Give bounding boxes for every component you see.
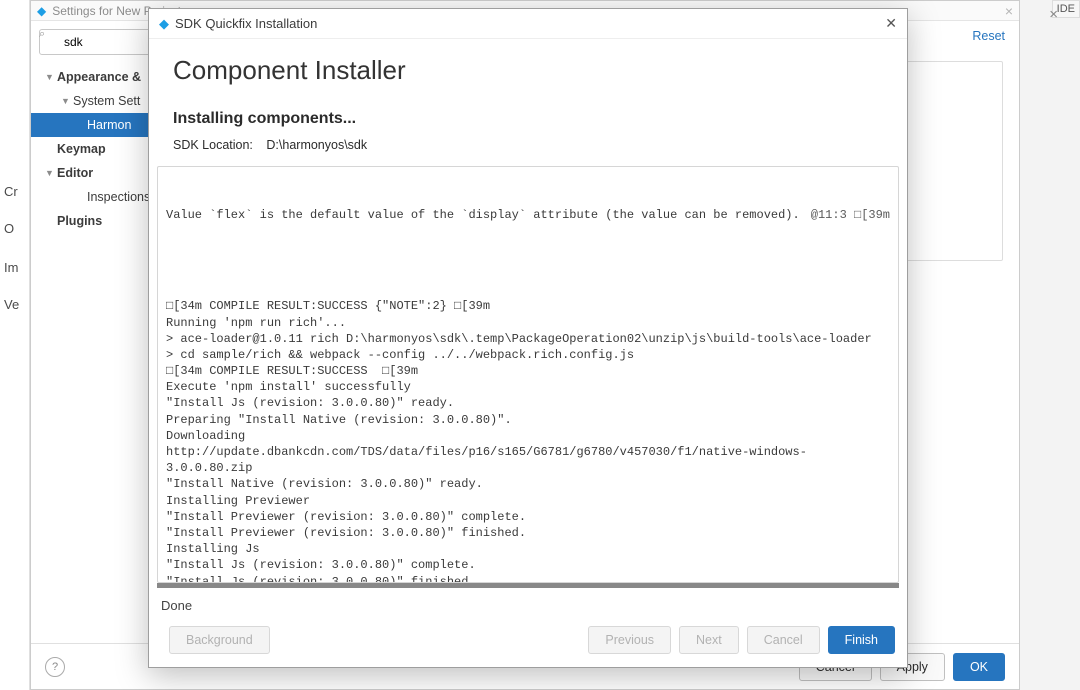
reset-link[interactable]: Reset	[972, 29, 1005, 43]
previous-button: Previous	[588, 626, 671, 654]
left-item[interactable]: Im	[0, 256, 29, 279]
dialog-footer: Background Previous Next Cancel Finish	[149, 613, 907, 667]
next-button: Next	[679, 626, 739, 654]
installer-dialog: ◆ SDK Quickfix Installation ✕ Component …	[148, 8, 908, 668]
help-button[interactable]: ?	[45, 657, 65, 677]
search-icon: ⌕	[39, 28, 45, 41]
background-button: Background	[169, 626, 270, 654]
app-icon: ◆	[37, 4, 46, 18]
parent-close-icon[interactable]: ×	[1049, 6, 1058, 23]
tree-item-label: Plugins	[57, 214, 102, 228]
tree-item-label: Harmon	[87, 118, 131, 132]
dialog-heading: Component Installer	[173, 55, 883, 86]
log-position: @11:3 □[39m	[811, 207, 890, 223]
tree-item-label: System Sett	[73, 94, 140, 108]
cancel-button: Cancel	[747, 626, 820, 654]
settings-close-icon[interactable]: ×	[1005, 3, 1013, 19]
close-icon[interactable]: ✕	[885, 15, 897, 32]
dialog-title: SDK Quickfix Installation	[175, 16, 317, 31]
log-body: □[34m COMPILE RESULT:SUCCESS {"NOTE":2} …	[166, 298, 890, 583]
chevron-down-icon: ▼	[61, 96, 73, 106]
chevron-down-icon: ▼	[45, 168, 57, 178]
sdk-location-row: SDK Location: D:\harmonyos\sdk	[173, 138, 883, 152]
app-icon: ◆	[159, 16, 169, 32]
left-item[interactable]: Ve	[0, 293, 29, 316]
tree-item-label: Inspections	[87, 190, 150, 204]
sdk-location-value: D:\harmonyos\sdk	[266, 138, 367, 152]
status-label: Done	[149, 588, 907, 613]
tree-item-label: Appearance &	[57, 70, 141, 84]
left-item[interactable]: Cr	[0, 180, 29, 203]
tree-item-label: Keymap	[57, 142, 106, 156]
chevron-down-icon: ▼	[45, 72, 57, 82]
sdk-location-label: SDK Location:	[173, 138, 253, 152]
ok-button[interactable]: OK	[953, 653, 1005, 681]
dialog-titlebar: ◆ SDK Quickfix Installation ✕	[149, 9, 907, 39]
left-toolbar: Cr O Im Ve	[0, 0, 30, 690]
tree-item-label: Editor	[57, 166, 93, 180]
log-line: Value `flex` is the default value of the…	[166, 207, 811, 223]
install-log: Value `flex` is the default value of the…	[157, 166, 899, 583]
dialog-subheading: Installing components...	[173, 110, 883, 128]
left-item[interactable]: O	[0, 217, 29, 240]
finish-button[interactable]: Finish	[828, 626, 895, 654]
